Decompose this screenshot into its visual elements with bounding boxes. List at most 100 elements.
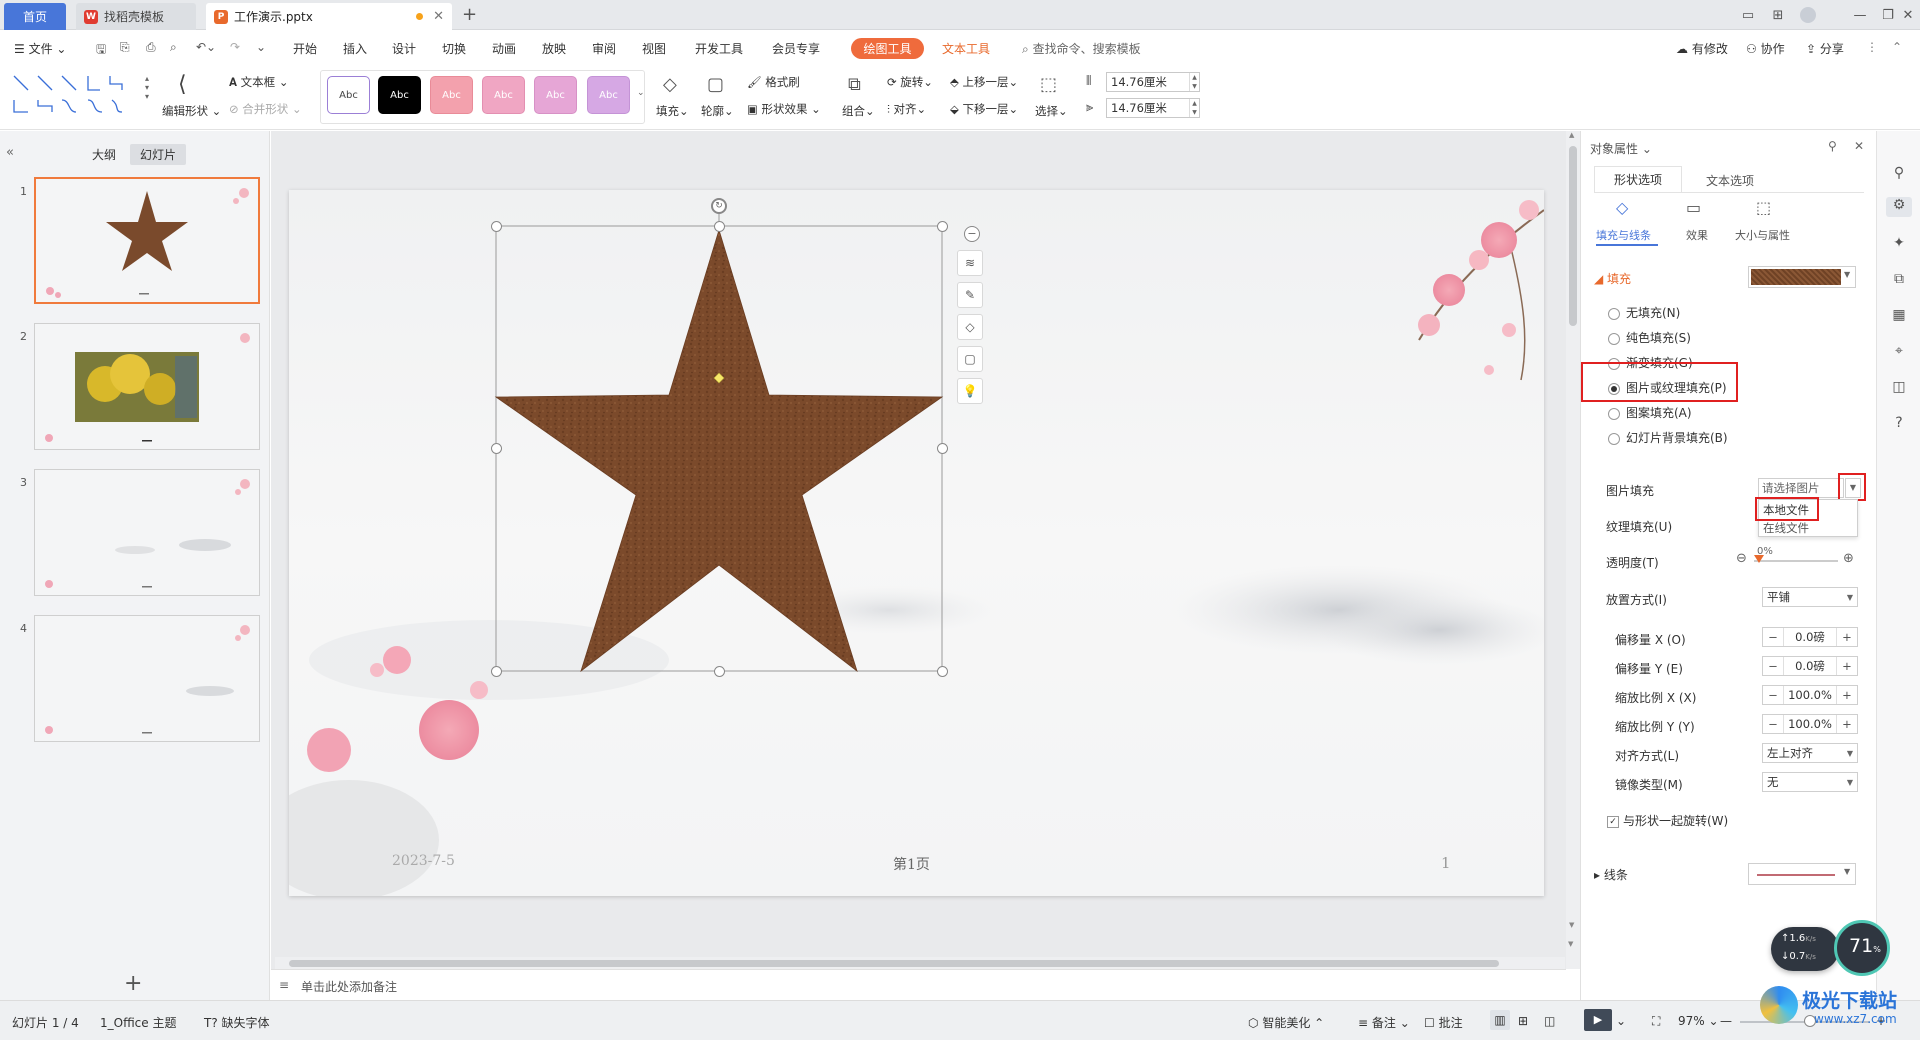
scroll-down-icon[interactable]: ▼ <box>1569 921 1574 929</box>
layout-icon[interactable]: ▭ <box>1734 4 1762 26</box>
file-menu[interactable]: ☰ 文件 ⌄ <box>14 40 66 57</box>
subtab-fill-line[interactable]: 填充与线条 <box>1596 227 1651 243</box>
add-slide-button[interactable]: + <box>124 971 142 996</box>
subtab-size-props[interactable]: 大小与属性 <box>1735 227 1790 243</box>
close-window-icon[interactable]: ✕ <box>1894 4 1920 26</box>
close-panel-icon[interactable]: ✕ <box>1854 139 1864 153</box>
menu-member[interactable]: 会员专享 <box>772 40 820 57</box>
rotate-handle-icon[interactable]: ↻ <box>711 198 727 214</box>
tab-home[interactable]: 首页 <box>4 3 66 30</box>
style-outline-purple[interactable]: Abc <box>327 76 370 114</box>
tab-slides[interactable]: 幻灯片 <box>130 144 187 165</box>
radio-slide-bg-fill[interactable]: 幻灯片背景填充(B) <box>1608 429 1728 446</box>
scroll-up-icon[interactable]: ▲ <box>1569 131 1574 139</box>
gallery-more-icon[interactable]: ⌄ <box>637 88 645 98</box>
scale-x-value[interactable]: 100.0% <box>1783 686 1837 704</box>
properties-icon[interactable]: ⚙ <box>1886 197 1912 217</box>
play-slideshow-icon[interactable]: ▶ <box>1584 1009 1612 1031</box>
group-button[interactable]: 组合⌄ <box>842 103 875 119</box>
menu-developer[interactable]: 开发工具 <box>695 40 743 57</box>
send-backward-button[interactable]: ⬙ 下移一层⌄ <box>950 101 1018 117</box>
panel-scroll-down-icon[interactable]: ▼ <box>1568 940 1573 948</box>
undo-icon[interactable]: ↶⌄ <box>196 40 216 54</box>
collapse-ribbon-icon[interactable]: ⌃ <box>1892 40 1902 54</box>
transparency-plus-icon[interactable]: ⊕ <box>1843 551 1854 566</box>
outline-icon[interactable]: ▢ <box>707 74 724 95</box>
merge-shape-button[interactable]: ⊘ 合并形状 ⌄ <box>229 101 302 117</box>
format-brush-button[interactable]: 🖌 格式刷 <box>747 74 800 90</box>
shape-effect-button[interactable]: ▣ 形状效果 ⌄ <box>747 101 821 117</box>
slide-date[interactable]: 2023-7-5 <box>392 853 455 869</box>
offset-y-plus-icon[interactable]: + <box>1837 659 1857 673</box>
normal-view-icon[interactable]: ▥ <box>1490 1010 1510 1030</box>
style-black[interactable]: Abc <box>378 76 421 114</box>
grid-icon[interactable]: ⊞ <box>1764 4 1792 26</box>
line-shapes-gallery[interactable] <box>10 72 144 120</box>
fill-line-icon[interactable]: ◇ <box>1616 198 1628 217</box>
width-stepper-icon[interactable]: ▲ ▼ <box>1189 99 1199 117</box>
style-pink[interactable]: Abc <box>430 76 473 114</box>
menu-slideshow[interactable]: 放映 <box>542 40 566 57</box>
resize-handle-nw[interactable] <box>491 221 502 232</box>
style-rose[interactable]: Abc <box>482 76 525 114</box>
line-section-header[interactable]: ▸ 线条 <box>1594 866 1628 883</box>
tab-text-options[interactable]: 文本选项 <box>1706 172 1754 189</box>
collapse-float-icon[interactable]: − <box>964 226 980 242</box>
horizontal-scroll-thumb[interactable] <box>289 960 1499 967</box>
gallery-scroll-icon[interactable]: ▴ ▾ ▾ <box>145 74 149 101</box>
book-pane-icon[interactable]: ◫ <box>1889 379 1909 399</box>
line-color-dropdown[interactable]: ▼ <box>1748 863 1856 885</box>
slide-page-label[interactable]: 第1页 <box>893 854 930 874</box>
width-input[interactable]: 14.76厘米 ▲ ▼ <box>1106 98 1200 118</box>
edit-shape-button[interactable]: 编辑形状 ⌄ <box>162 103 221 119</box>
smart-beautify-button[interactable]: ⬡ 智能美化 ⌃ <box>1248 1014 1324 1031</box>
more-quick-icon[interactable]: ⌄ <box>256 40 266 54</box>
play-options-icon[interactable]: ⌄ <box>1616 1014 1626 1028</box>
offset-y-value[interactable]: 0.0磅 <box>1783 657 1837 675</box>
network-speed-widget[interactable]: ↑1.6K/s ↓0.7K/s <box>1771 927 1839 971</box>
modified-button[interactable]: ☁ 有修改 <box>1676 40 1728 57</box>
new-tab-button[interactable]: + <box>462 4 477 25</box>
notes-toggle-button[interactable]: ≡ 备注 ⌄ <box>1358 1014 1410 1031</box>
resize-handle-n[interactable] <box>714 221 725 232</box>
rotate-with-shape-checkbox[interactable]: ✓ 与形状一起旋转(W) <box>1607 812 1728 829</box>
fill-swatch-dropdown[interactable]: ▼ <box>1748 266 1856 288</box>
scale-x-minus-icon[interactable]: − <box>1763 688 1783 702</box>
notes-placeholder[interactable]: 单击此处添加备注 <box>301 978 397 995</box>
close-tab-icon[interactable]: ✕ <box>433 9 444 24</box>
radio-solid-fill[interactable]: 纯色填充(S) <box>1608 329 1691 346</box>
menu-insert[interactable]: 插入 <box>343 40 367 57</box>
menu-view[interactable]: 视图 <box>642 40 666 57</box>
resize-handle-sw[interactable] <box>491 666 502 677</box>
radio-no-fill[interactable]: 无填充(N) <box>1608 304 1680 321</box>
alignment-select[interactable]: 左上对齐 ▼ <box>1762 743 1858 763</box>
vertical-scrollbar[interactable]: ▲ ▼ <box>1566 131 1580 969</box>
save-icon[interactable]: 🖫 <box>96 40 106 61</box>
fill-section-header[interactable]: ◢ 填充 <box>1594 270 1631 287</box>
picture-fill-select[interactable]: 请选择图片 <box>1758 478 1844 498</box>
sorter-view-icon[interactable]: ⊞ <box>1518 1014 1528 1028</box>
select-button[interactable]: 选择⌄ <box>1035 103 1068 119</box>
slide-thumbnail-1[interactable] <box>34 177 260 304</box>
scale-x-plus-icon[interactable]: + <box>1837 688 1857 702</box>
scale-y-minus-icon[interactable]: − <box>1763 717 1783 731</box>
redo-icon[interactable]: ↷ <box>230 40 240 54</box>
transparency-minus-icon[interactable]: ⊖ <box>1736 551 1747 566</box>
export-icon[interactable]: ⎘ <box>120 40 130 55</box>
slide-canvas[interactable]: ↻ − ≋ ✎ ◇ ▢ 💡 2023-7-5 第1页 1 <box>289 190 1544 896</box>
slide-page-number[interactable]: 1 <box>1441 854 1451 872</box>
scale-y-plus-icon[interactable]: + <box>1837 717 1857 731</box>
tab-document[interactable]: P 工作演示.pptx ✕ <box>206 3 452 30</box>
lightbulb-icon[interactable]: 💡 <box>957 378 983 404</box>
select-icon[interactable]: ⬚ <box>1040 74 1057 95</box>
menu-animation[interactable]: 动画 <box>492 40 516 57</box>
command-search[interactable]: ⌕ 查找命令、搜索模板 <box>1022 40 1141 57</box>
tab-drawing-tools[interactable]: 绘图工具 <box>851 38 924 59</box>
avatar[interactable] <box>1794 4 1822 26</box>
horizontal-scrollbar[interactable] <box>275 957 1565 969</box>
menu-start[interactable]: 开始 <box>293 40 317 57</box>
edit-shape-icon[interactable]: ⟨ <box>178 72 187 97</box>
tab-template[interactable]: W 找稻壳模板 <box>76 3 196 30</box>
offset-x-value[interactable]: 0.0磅 <box>1783 628 1837 646</box>
missing-font-button[interactable]: T? 缺失字体 <box>204 1014 270 1031</box>
